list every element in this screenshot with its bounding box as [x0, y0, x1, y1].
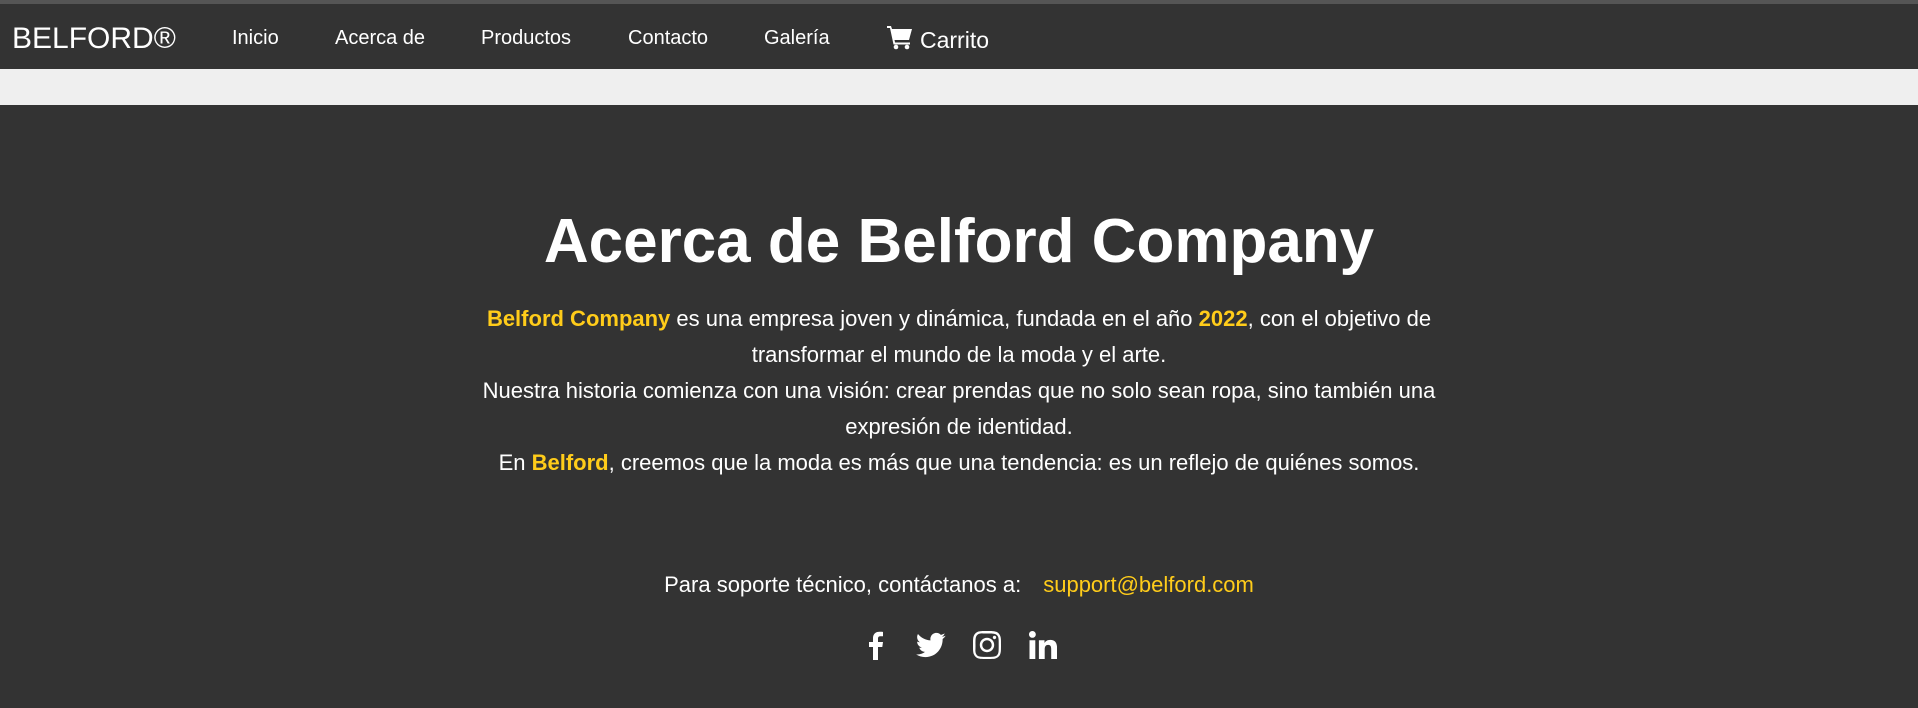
- cart-label: Carrito: [920, 26, 990, 53]
- nav-link-inicio[interactable]: Inicio: [232, 27, 279, 50]
- about-paragraph-2: Nuestra historia comienza con una visión…: [482, 378, 1436, 439]
- nav-link-contacto[interactable]: Contacto: [628, 27, 708, 50]
- divider-strip: [0, 69, 1918, 105]
- founding-year: 2022: [1198, 306, 1248, 331]
- company-name-highlight: Belford Company: [486, 306, 671, 331]
- brand-logo[interactable]: BELFORD®: [12, 22, 176, 56]
- brand-highlight: Belford: [531, 450, 609, 475]
- cart-link[interactable]: Carrito: [886, 24, 989, 56]
- facebook-icon[interactable]: [860, 629, 890, 661]
- support-line: Para soporte técnico, contáctanos a: supp…: [0, 572, 1918, 598]
- support-label: Para soporte técnico, contáctanos a:: [664, 572, 1022, 597]
- navbar: BELFORD® Inicio Acerca de Productos Cont…: [0, 0, 1918, 69]
- about-paragraph-3: En Belford, creemos que la moda es más q…: [498, 450, 1420, 475]
- social-links: [0, 629, 1918, 661]
- linkedin-icon[interactable]: [1028, 629, 1058, 661]
- instagram-icon[interactable]: [972, 629, 1002, 661]
- nav-link-acerca-de[interactable]: Acerca de: [335, 27, 425, 50]
- shopping-cart-icon: [886, 24, 920, 56]
- nav-link-productos[interactable]: Productos: [481, 27, 571, 50]
- about-section: Acerca de Belford Company Belford Compan…: [0, 105, 1918, 708]
- page-title: Acerca de Belford Company: [543, 207, 1375, 276]
- about-paragraph-1: Belford Company es una empresa joven y d…: [486, 306, 1432, 367]
- twitter-icon[interactable]: [916, 629, 946, 661]
- support-email-link[interactable]: support@belford.com: [1043, 572, 1254, 597]
- nav-link-galeria[interactable]: Galería: [764, 27, 830, 50]
